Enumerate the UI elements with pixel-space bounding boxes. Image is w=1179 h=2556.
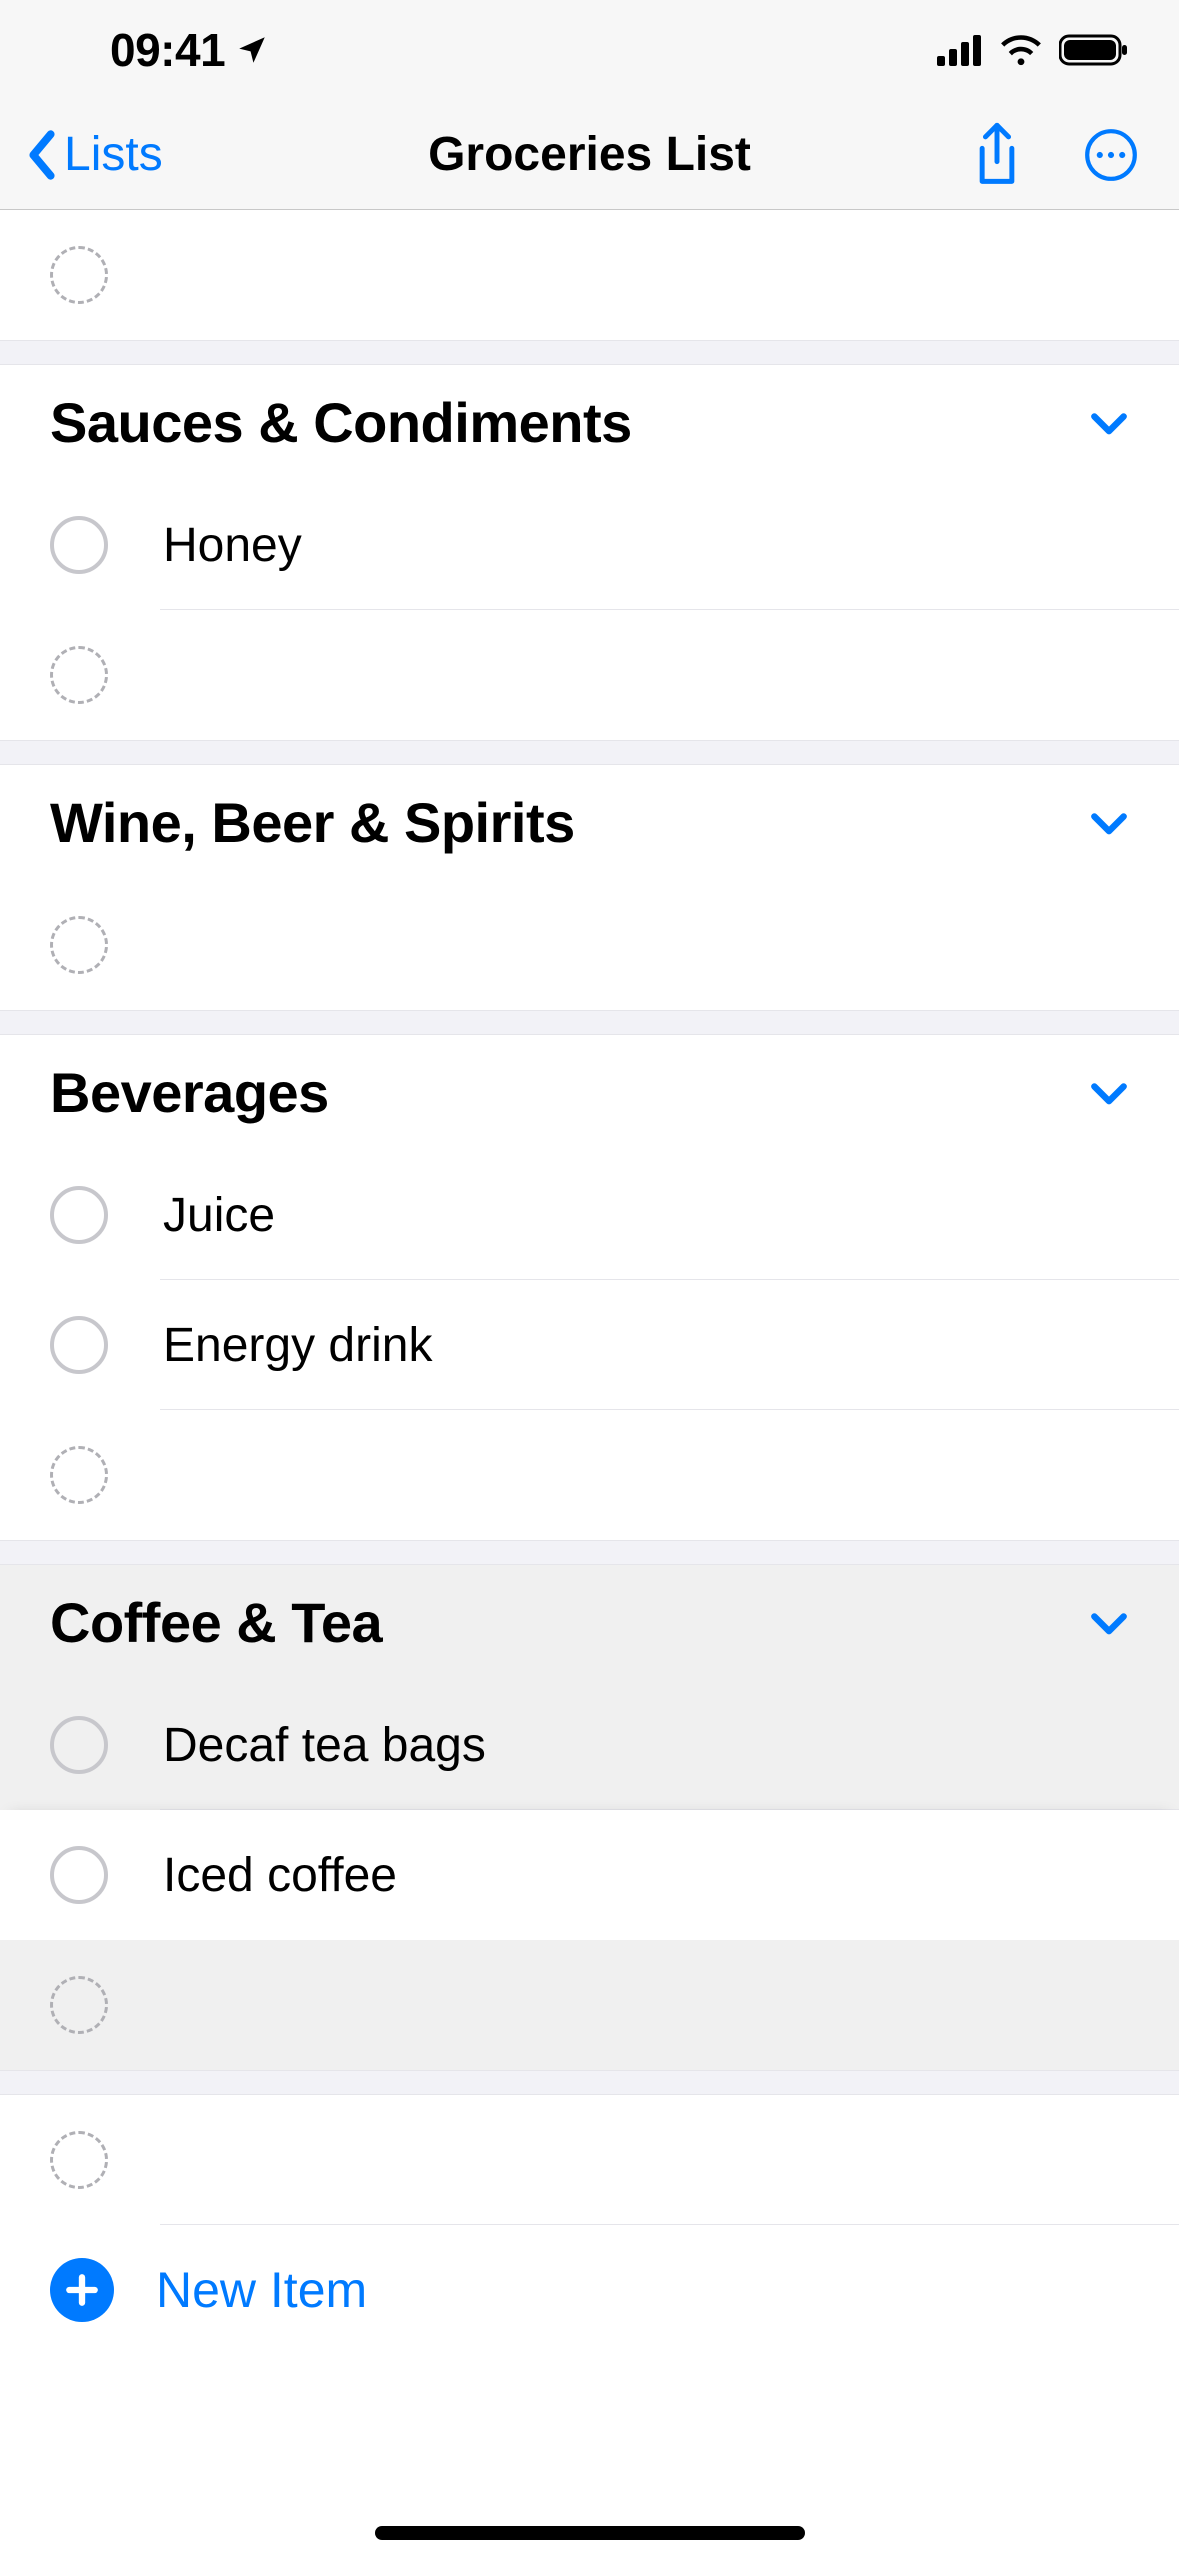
location-icon xyxy=(235,33,269,67)
checkbox[interactable] xyxy=(50,1316,108,1374)
list-item[interactable]: Juice xyxy=(0,1150,1179,1280)
cellular-icon xyxy=(937,34,983,66)
status-time: 09:41 xyxy=(110,23,225,77)
list-item[interactable]: Decaf tea bags xyxy=(0,1680,1179,1810)
item-label: Juice xyxy=(163,1188,275,1243)
checkbox[interactable] xyxy=(50,1846,108,1904)
add-item-placeholder[interactable] xyxy=(0,1940,1179,2070)
dashed-circle-icon xyxy=(50,1446,108,1504)
new-item-label: New Item xyxy=(156,2261,367,2319)
page-title: Groceries List xyxy=(428,127,751,182)
divider xyxy=(160,2224,1179,2225)
chevron-left-icon xyxy=(24,129,60,181)
checkbox[interactable] xyxy=(50,1716,108,1774)
nav-actions xyxy=(971,122,1139,188)
chevron-down-icon xyxy=(1089,810,1129,836)
dashed-circle-icon xyxy=(50,246,108,304)
home-indicator xyxy=(375,2526,805,2540)
add-item-placeholder[interactable] xyxy=(0,1410,1179,1540)
chevron-down-icon xyxy=(1089,1610,1129,1636)
section-gap xyxy=(0,340,1179,365)
section-gap xyxy=(0,1540,1179,1565)
dashed-circle-icon xyxy=(50,916,108,974)
nav-bar: Lists Groceries List xyxy=(0,100,1179,210)
plus-icon xyxy=(50,2258,114,2322)
new-item-button[interactable]: New Item xyxy=(0,2225,1179,2355)
dashed-circle-icon xyxy=(50,1976,108,2034)
chevron-down-icon xyxy=(1089,1080,1129,1106)
dashed-circle-icon xyxy=(50,646,108,704)
section-title: Coffee & Tea xyxy=(50,1590,382,1655)
share-icon[interactable] xyxy=(971,122,1023,188)
section-header-beverages[interactable]: Beverages xyxy=(0,1035,1179,1150)
back-label: Lists xyxy=(64,127,163,182)
add-item-placeholder[interactable] xyxy=(0,610,1179,740)
item-label: Energy drink xyxy=(163,1318,432,1373)
section-gap xyxy=(0,2070,1179,2095)
item-label: Honey xyxy=(163,518,302,573)
list-item[interactable]: Honey xyxy=(0,480,1179,610)
list-item[interactable]: Energy drink xyxy=(0,1280,1179,1410)
checkbox[interactable] xyxy=(50,516,108,574)
item-label: Iced coffee xyxy=(163,1848,397,1903)
section-gap xyxy=(0,1010,1179,1035)
more-icon[interactable] xyxy=(1083,127,1139,183)
section-title: Sauces & Condiments xyxy=(50,390,632,455)
checkbox[interactable] xyxy=(50,1186,108,1244)
section-header-wine-beer-spirits[interactable]: Wine, Beer & Spirits xyxy=(0,765,1179,880)
add-item-placeholder[interactable] xyxy=(0,880,1179,1010)
section-header-coffee-tea[interactable]: Coffee & Tea xyxy=(0,1565,1179,1680)
list-item[interactable]: Iced coffee xyxy=(0,1810,1179,1940)
item-label: Decaf tea bags xyxy=(163,1718,486,1773)
status-bar: 09:41 xyxy=(0,0,1179,100)
battery-icon xyxy=(1059,33,1129,67)
back-button[interactable]: Lists xyxy=(20,127,163,182)
section-header-sauces-condiments[interactable]: Sauces & Condiments xyxy=(0,365,1179,480)
wifi-icon xyxy=(999,34,1043,66)
status-right xyxy=(937,33,1129,67)
section-title: Wine, Beer & Spirits xyxy=(50,790,575,855)
add-item-placeholder[interactable] xyxy=(0,2095,1179,2225)
status-left: 09:41 xyxy=(110,23,269,77)
dashed-circle-icon xyxy=(50,2131,108,2189)
chevron-down-icon xyxy=(1089,410,1129,436)
section-title: Beverages xyxy=(50,1060,329,1125)
add-item-placeholder[interactable] xyxy=(0,210,1179,340)
section-gap xyxy=(0,740,1179,765)
